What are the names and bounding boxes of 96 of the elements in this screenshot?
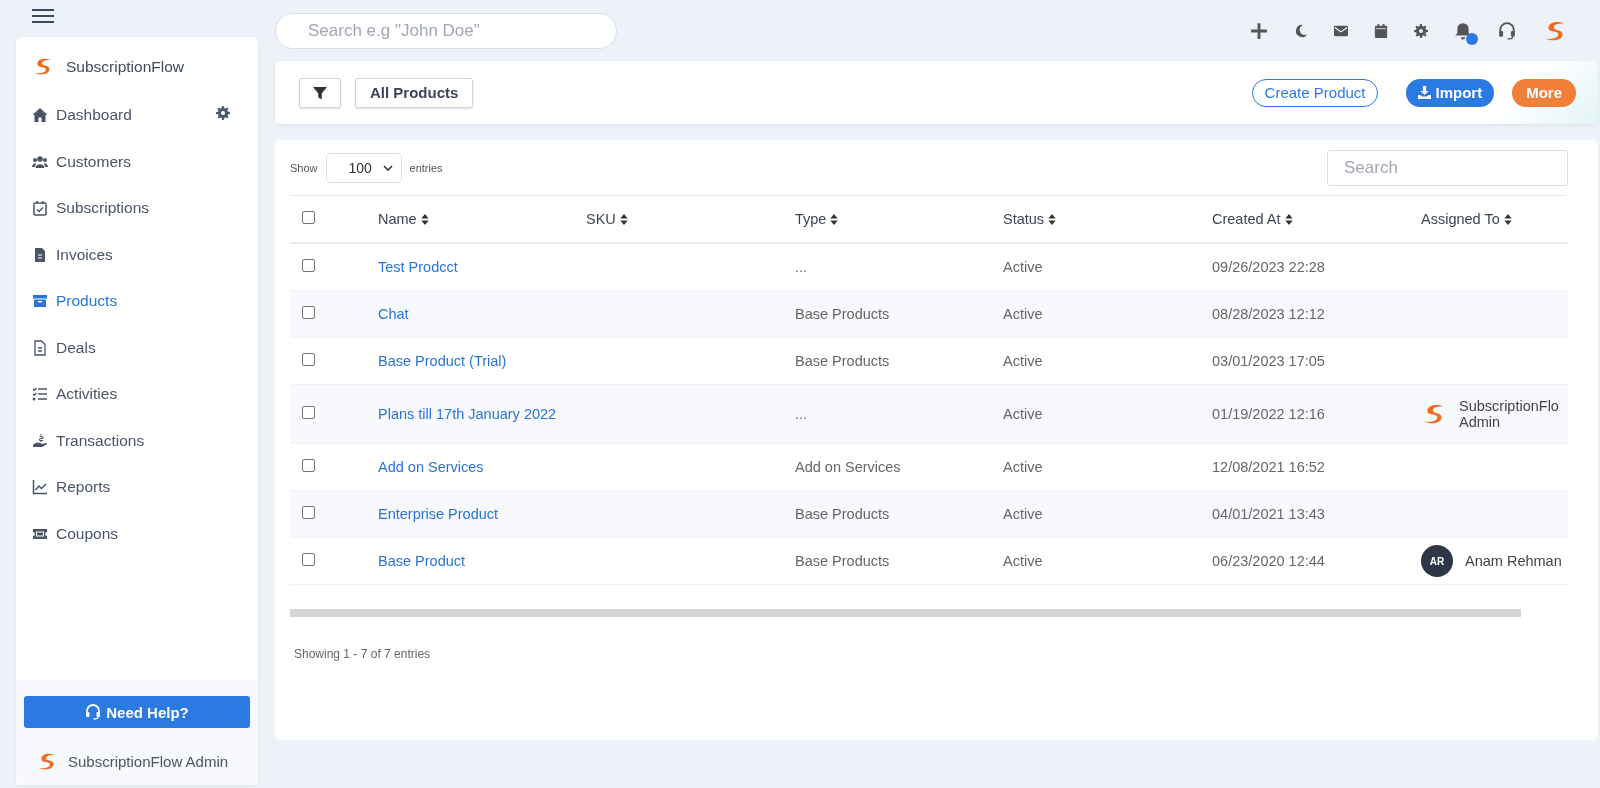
- filter-icon: [313, 85, 327, 100]
- row-checkbox[interactable]: [302, 406, 315, 419]
- status-cell: Active: [1003, 406, 1043, 422]
- mail-icon[interactable]: [1334, 23, 1348, 38]
- date-cell: 04/01/2021 13:43: [1212, 506, 1325, 522]
- row-checkbox[interactable]: [302, 506, 315, 519]
- sidebar-item[interactable]: Activities: [16, 371, 258, 418]
- sidebar-item[interactable]: Transactions: [16, 417, 258, 464]
- bell-icon[interactable]: [1454, 21, 1472, 40]
- moon-icon[interactable]: [1294, 23, 1308, 38]
- type-cell: ...: [795, 406, 808, 422]
- column-header[interactable]: SKU: [586, 211, 628, 227]
- status-cell: Active: [1003, 459, 1043, 475]
- need-help-button[interactable]: Need Help?: [24, 696, 250, 728]
- settings-icon[interactable]: [216, 106, 230, 121]
- product-name-link[interactable]: Chat: [378, 306, 409, 322]
- download-icon: [1418, 86, 1432, 99]
- sort-icon: [1048, 213, 1057, 225]
- table-search-field[interactable]: Search: [1327, 149, 1568, 186]
- entries-select[interactable]: 100: [325, 152, 402, 183]
- product-name-link[interactable]: Base Product: [378, 553, 466, 569]
- assignee-name: Anam Rehman: [1465, 553, 1562, 569]
- line-chart-icon: [32, 479, 48, 496]
- product-name-link[interactable]: Add on Services: [378, 459, 484, 475]
- date-cell: 09/26/2023 22:28: [1212, 259, 1325, 275]
- chevron-down-icon: [382, 164, 393, 171]
- type-cell: Base Products: [795, 506, 890, 522]
- column-header[interactable]: Name: [378, 211, 429, 227]
- column-header[interactable]: Type: [795, 211, 839, 227]
- date-cell: 08/28/2023 12:12: [1212, 306, 1325, 322]
- sidebar-item[interactable]: Customers: [16, 138, 258, 185]
- product-name-link[interactable]: Test Prodcct: [378, 259, 458, 275]
- sidebar-item[interactable]: Deals: [16, 324, 258, 371]
- sidebar-item[interactable]: Reports: [16, 464, 258, 511]
- row-checkbox[interactable]: [302, 459, 315, 472]
- settings-icon[interactable]: [1414, 23, 1428, 38]
- sort-icon: [1284, 213, 1293, 225]
- calendar-check-icon: [32, 200, 48, 217]
- product-name-link[interactable]: Base Product (Trial): [378, 353, 507, 369]
- type-cell: Base Products: [795, 306, 890, 322]
- import-button[interactable]: Import: [1406, 78, 1495, 107]
- sort-icon: [619, 213, 628, 225]
- row-checkbox[interactable]: [302, 353, 315, 366]
- select-all-checkbox[interactable]: [302, 211, 315, 224]
- sort-icon: [420, 213, 429, 225]
- product-name-link[interactable]: Enterprise Product: [378, 506, 499, 522]
- column-header[interactable]: Assigned To: [1421, 211, 1512, 227]
- house-icon: [32, 107, 48, 124]
- column-header[interactable]: Status: [1003, 211, 1057, 227]
- search-field[interactable]: Search e.g "John Doe": [275, 12, 617, 49]
- hand-coin-icon: [32, 432, 48, 449]
- checklist-icon: [32, 386, 48, 403]
- plus-icon[interactable]: [1250, 21, 1268, 40]
- date-cell: 12/08/2021 16:52: [1212, 459, 1325, 475]
- date-cell: 01/19/2022 12:16: [1212, 406, 1325, 422]
- invoice-icon: [32, 246, 48, 263]
- assignee-name: SubscriptionFlo Admin: [1459, 398, 1560, 430]
- headset-icon: [85, 704, 102, 720]
- row-checkbox[interactable]: [302, 259, 315, 272]
- show-label: Show: [290, 161, 318, 174]
- sidebar-item[interactable]: Products: [16, 278, 258, 325]
- sidebar-item[interactable]: Coupons: [16, 510, 258, 557]
- type-cell: ...: [795, 259, 808, 275]
- view-button[interactable]: All Products: [355, 77, 474, 108]
- status-cell: Active: [1003, 553, 1043, 569]
- user-name: SubscriptionFlow Admin: [68, 753, 229, 770]
- sort-icon: [830, 213, 839, 225]
- calendar-icon[interactable]: [1374, 23, 1388, 38]
- archive-box-icon: [32, 293, 48, 310]
- date-cell: 03/01/2023 17:05: [1212, 353, 1325, 369]
- date-cell: 06/23/2020 12:44: [1212, 553, 1325, 569]
- document-icon: [32, 339, 48, 356]
- entries-label: entries: [409, 161, 443, 174]
- sort-icon: [1503, 213, 1512, 225]
- headset-icon[interactable]: [1498, 21, 1516, 40]
- status-cell: Active: [1003, 259, 1043, 275]
- status-cell: Active: [1003, 306, 1043, 322]
- menu-icon[interactable]: [32, 8, 54, 23]
- column-header[interactable]: Created At: [1212, 211, 1293, 227]
- sidebar-item[interactable]: Dashboard: [16, 92, 258, 139]
- row-checkbox[interactable]: [302, 306, 315, 319]
- type-cell: Add on Services: [795, 459, 901, 475]
- avatar-initials: AR: [1421, 545, 1453, 577]
- row-checkbox[interactable]: [302, 553, 315, 566]
- table-info: Showing 1 - 7 of 7 entries: [293, 647, 432, 661]
- users-icon: [32, 153, 48, 170]
- type-cell: Base Products: [795, 553, 890, 569]
- filter-button[interactable]: [299, 77, 341, 108]
- sidebar-item[interactable]: Subscriptions: [16, 185, 258, 232]
- sidebar-item[interactable]: Invoices: [16, 231, 258, 278]
- status-cell: Active: [1003, 353, 1043, 369]
- status-cell: Active: [1003, 506, 1043, 522]
- horizontal-scrollbar[interactable]: [290, 609, 1521, 617]
- brand-name: SubscriptionFlow: [66, 57, 185, 76]
- create-product-button[interactable]: Create Product: [1251, 78, 1379, 107]
- type-cell: Base Products: [795, 353, 890, 369]
